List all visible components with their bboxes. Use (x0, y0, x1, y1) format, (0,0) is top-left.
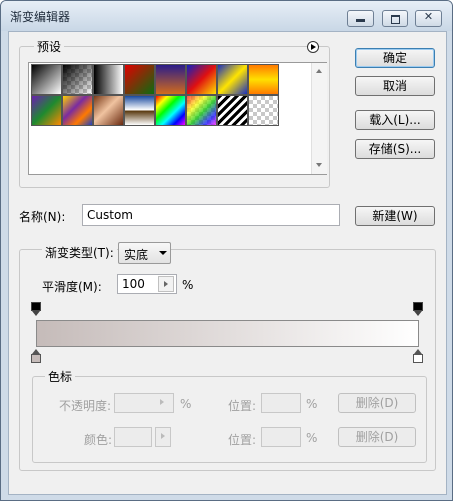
smoothness-label: 平滑度(M): (42, 280, 102, 294)
chevron-down-icon (159, 251, 167, 255)
load-button[interactable]: 载入(L)... (355, 110, 435, 130)
presets-menu-icon[interactable] (307, 41, 319, 53)
preset-swatch-black-white[interactable] (31, 64, 62, 95)
arrow-right-icon (161, 433, 165, 439)
location-input-color (261, 427, 301, 447)
presets-group: 预设 (19, 38, 330, 188)
preset-swatch-yellow-violet-orange-blue[interactable] (62, 95, 93, 126)
window-title: 渐变编辑器 (10, 10, 71, 24)
gradient-editor-window: 渐变编辑器 ✕ 预设 确定 取消 载入(L)... 存储(S)... 名称(N)… (0, 0, 453, 501)
gradient-type-value: 实底 (124, 248, 149, 262)
color-swatch-field (114, 427, 152, 447)
color-stop-left[interactable] (31, 349, 41, 363)
save-button[interactable]: 存储(S)... (355, 139, 435, 159)
opacity-stop-right[interactable] (413, 302, 423, 316)
location-unit-color: % (306, 431, 318, 445)
preset-swatch-transparent-rainbow[interactable] (186, 95, 217, 126)
preset-swatch-orange-yellow-orange[interactable] (248, 64, 279, 95)
preset-swatch-blue-red-yellow[interactable] (186, 64, 217, 95)
preset-swatch-transparent-stripes[interactable] (217, 95, 248, 126)
name-label: 名称(N): (19, 210, 66, 224)
smoothness-unit: % (182, 278, 194, 292)
opacity-unit: % (180, 397, 192, 411)
location-unit-opacity: % (306, 397, 318, 411)
presets-scrollbar[interactable] (311, 63, 327, 174)
minimize-button[interactable] (347, 10, 374, 27)
scroll-up-icon[interactable] (316, 69, 322, 73)
scroll-down-icon[interactable] (316, 163, 322, 167)
title-bar[interactable]: 渐变编辑器 ✕ (1, 1, 452, 31)
close-icon: ✕ (423, 10, 434, 23)
gradient-type-select[interactable]: 实底 (118, 242, 171, 264)
dialog-body: 预设 确定 取消 载入(L)... 存储(S)... 名称(N): Custom… (8, 31, 447, 495)
opacity-label: 不透明度: (59, 399, 112, 413)
cancel-button[interactable]: 取消 (355, 76, 435, 96)
opacity-stop-left[interactable] (31, 302, 41, 316)
opacity-input (114, 393, 174, 413)
smoothness-value: 100 (122, 277, 145, 291)
preset-swatch-violet-orange[interactable] (155, 64, 186, 95)
delete-opacity-stop-button: 删除(D) (338, 393, 416, 413)
gradient-settings-group: 渐变类型(T): 实底 平滑度(M): 100 % 色标 不透明度: % 位置:… (19, 242, 436, 471)
swatch-grid (31, 64, 301, 134)
location-input-opacity (261, 393, 301, 413)
location-label-color: 位置: (228, 433, 257, 447)
smoothness-stepper[interactable] (158, 276, 174, 292)
color-menu-button (155, 427, 171, 447)
gradient-type-label: 渐变类型(T): (42, 244, 117, 261)
preset-swatch-violet-green-orange[interactable] (31, 95, 62, 126)
arrow-right-icon (164, 281, 168, 287)
preset-swatch-black-to-white-hard[interactable] (93, 64, 124, 95)
new-button[interactable]: 新建(W) (355, 206, 435, 226)
arrow-right-icon (160, 399, 164, 405)
stops-label: 色标 (45, 368, 76, 385)
preset-swatch-spectrum[interactable] (155, 95, 186, 126)
delete-color-stop-button: 删除(D) (338, 427, 416, 447)
gradient-preview-bar[interactable] (36, 320, 419, 347)
close-button[interactable]: ✕ (415, 10, 442, 27)
maximize-button[interactable] (382, 10, 408, 27)
presets-list (28, 62, 327, 175)
ok-button[interactable]: 确定 (355, 48, 435, 68)
preset-swatch-black-transparent[interactable] (62, 64, 93, 95)
preset-swatch-copper[interactable] (93, 95, 124, 126)
smoothness-input[interactable]: 100 (117, 274, 177, 294)
stops-group: 色标 不透明度: % 位置: % 删除(D) 颜色: 位置: % 删除(D) (32, 368, 427, 463)
name-input[interactable]: Custom (82, 204, 340, 226)
color-stop-right[interactable] (413, 349, 423, 363)
preset-swatch-blue-yellow-blue[interactable] (217, 64, 248, 95)
preset-swatch-red-green[interactable] (124, 64, 155, 95)
location-label-opacity: 位置: (228, 399, 257, 413)
preset-swatch-chrome[interactable] (124, 95, 155, 126)
color-label: 颜色: (84, 433, 113, 447)
presets-label: 预设 (34, 38, 65, 55)
preset-swatch-transparent-checker[interactable] (248, 95, 279, 126)
